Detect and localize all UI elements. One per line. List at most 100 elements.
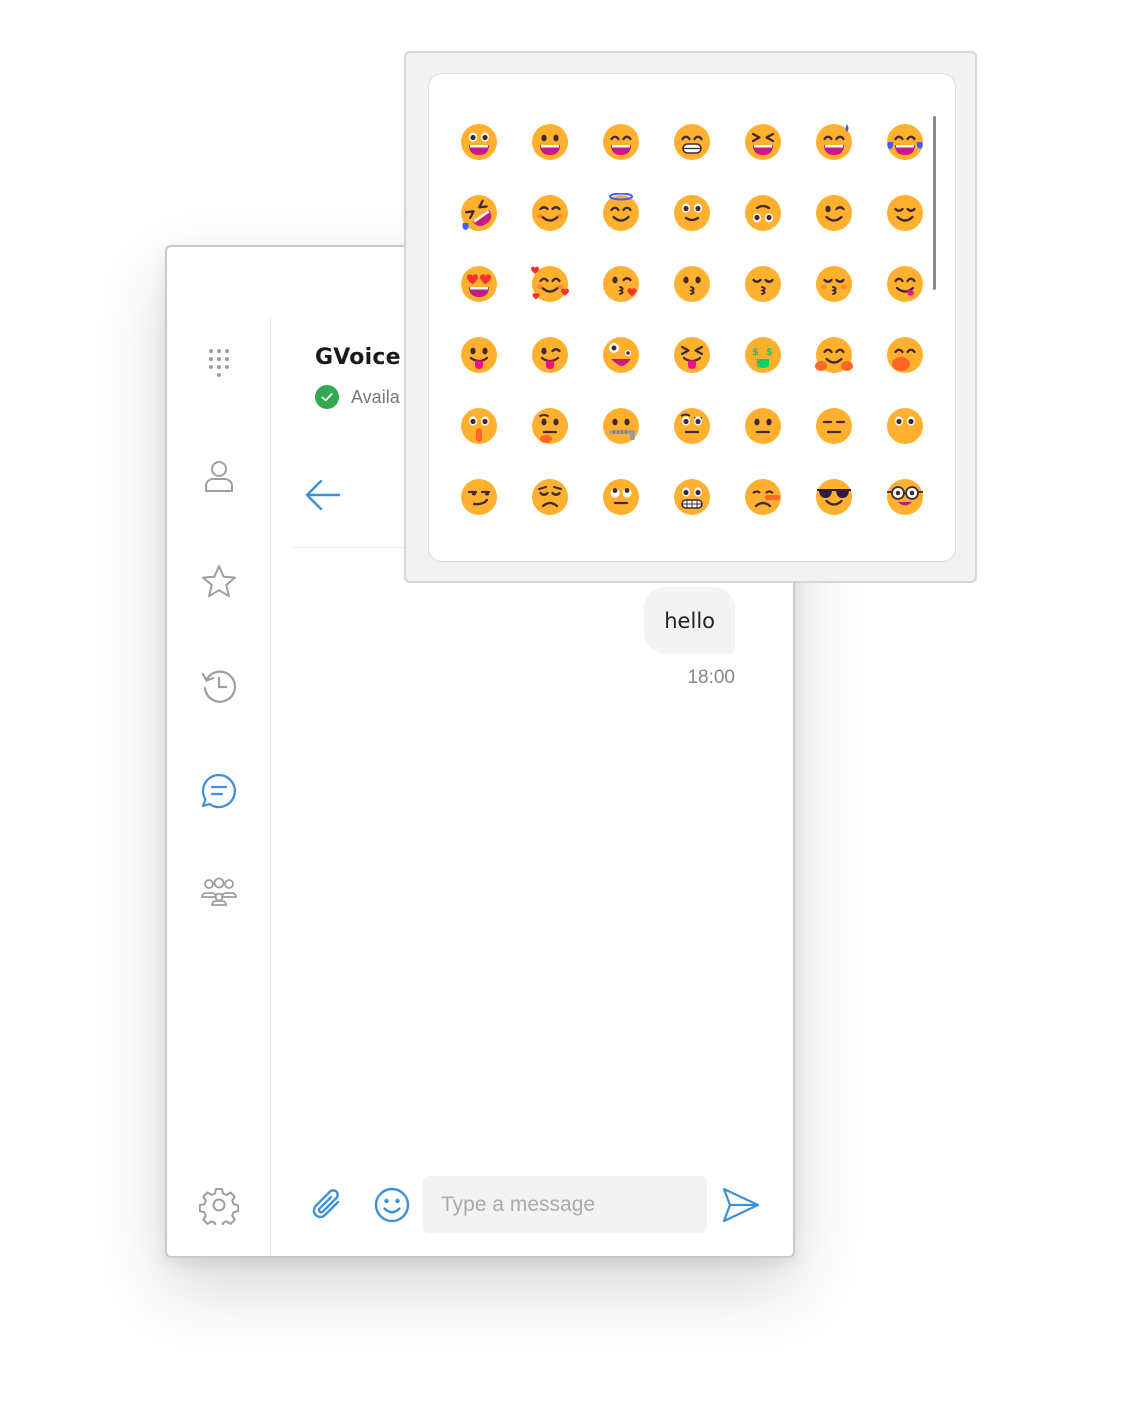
emoji-hand-over-mouth[interactable]	[869, 319, 939, 390]
emoji-sunglasses-face[interactable]	[798, 461, 869, 532]
squinting-tongue-icon	[673, 336, 710, 373]
emoji-astonished-face[interactable]	[798, 532, 869, 547]
emoji-picker-popover: $ $	[404, 51, 977, 583]
emoji-slightly-smiling[interactable]	[656, 177, 727, 248]
smiley-icon	[374, 1187, 410, 1223]
emoji-squinting-tongue[interactable]	[656, 319, 727, 390]
emoji-zany-face[interactable]	[585, 319, 656, 390]
status-label: Availa	[351, 386, 400, 407]
emoji-hugging-face[interactable]	[798, 319, 869, 390]
emoji-tongue-out[interactable]	[443, 319, 514, 390]
smirking-face-icon	[460, 478, 497, 515]
emoji-yum-tongue[interactable]	[869, 248, 939, 319]
smiling-hearts-icon	[530, 265, 569, 302]
emoji-smiling-hearts[interactable]	[514, 248, 585, 319]
sidebar-item-chat[interactable]	[199, 771, 239, 811]
emoji-relieved-face[interactable]	[869, 177, 939, 248]
contact-name: GVoice	[315, 345, 401, 370]
svg-text:$: $	[766, 347, 773, 358]
emoji-whistling-face[interactable]	[727, 248, 798, 319]
emoji-kissing-blush[interactable]	[798, 248, 869, 319]
emoji-smirking-face[interactable]	[443, 461, 514, 532]
emoji-money-mouth[interactable]: $ $	[727, 319, 798, 390]
emoji-scroll-area[interactable]: $ $	[429, 92, 939, 547]
heart-eyes-icon	[460, 265, 497, 302]
raised-eyebrow-icon	[673, 407, 710, 444]
sidebar-item-groups[interactable]	[199, 875, 239, 915]
emoji-winking-tongue[interactable]	[514, 319, 585, 390]
whistling-face-icon	[744, 265, 781, 302]
emoji-expressionless[interactable]	[798, 390, 869, 461]
emoji-squinting-laugh[interactable]	[727, 106, 798, 177]
emoji-zipper-mouth[interactable]	[585, 390, 656, 461]
emoji-monocle-face[interactable]	[443, 532, 514, 547]
sidebar-nav	[167, 317, 271, 1256]
hugging-face-icon	[814, 336, 853, 373]
emoji-upside-down[interactable]	[727, 177, 798, 248]
emoji-tears-of-joy[interactable]	[869, 106, 939, 177]
emoji-kissing-face[interactable]	[656, 248, 727, 319]
attach-button[interactable]	[307, 1185, 347, 1225]
sidebar-item-settings[interactable]	[199, 1185, 239, 1225]
kissing-heart-icon	[602, 265, 639, 302]
expressionless-icon	[815, 407, 852, 444]
person-icon	[205, 461, 233, 492]
tears-of-joy-icon	[886, 123, 923, 160]
back-button[interactable]	[301, 473, 345, 517]
emoji-grinning-face-big-eyes[interactable]	[443, 106, 514, 177]
sunglasses-face-icon	[815, 478, 852, 515]
sidebar-item-dialpad[interactable]	[199, 345, 239, 385]
pensive-face-icon	[531, 478, 568, 515]
zany-face-icon	[602, 336, 639, 373]
message-input[interactable]	[423, 1176, 707, 1233]
emoji-hushed-face[interactable]	[727, 532, 798, 547]
no-mouth-icon	[886, 407, 923, 444]
emoji-grinning-teeth[interactable]	[656, 106, 727, 177]
emoji-thinking-face[interactable]	[514, 390, 585, 461]
message-timestamp: 18:00	[687, 667, 735, 688]
emoji-pensive-face[interactable]	[514, 461, 585, 532]
halo-face-icon	[602, 192, 639, 231]
emoji-no-mouth[interactable]	[869, 390, 939, 461]
emoji-worried-face[interactable]	[585, 532, 656, 547]
star-icon	[202, 565, 236, 598]
emoji-kissing-heart[interactable]	[585, 248, 656, 319]
dialpad-icon	[209, 349, 229, 377]
winking-face-icon	[815, 194, 852, 231]
money-mouth-icon: $ $	[744, 336, 781, 373]
relieved-face-icon	[886, 194, 923, 231]
send-icon	[722, 1187, 760, 1223]
emoji-winking-face[interactable]	[798, 177, 869, 248]
available-check-icon	[315, 385, 339, 409]
emoji-nerd-face[interactable]	[869, 461, 939, 532]
history-icon	[201, 670, 236, 703]
emoji-scrollbar[interactable]	[933, 116, 936, 290]
emoji-flushed-face[interactable]	[869, 532, 939, 547]
emoji-button[interactable]	[372, 1185, 412, 1225]
emoji-frowning-face[interactable]	[656, 532, 727, 547]
send-button[interactable]	[721, 1185, 761, 1225]
emoji-shushing-face[interactable]	[443, 390, 514, 461]
squinting-laugh-icon	[744, 123, 781, 160]
emoji-raised-eyebrow[interactable]	[656, 390, 727, 461]
presence-status: Availa	[315, 385, 405, 409]
emoji-beaming-face[interactable]	[585, 106, 656, 177]
smiling-face-icon	[531, 194, 568, 231]
sidebar-item-history[interactable]	[199, 666, 239, 706]
emoji-heart-eyes[interactable]	[443, 248, 514, 319]
emoji-sweat-smile[interactable]	[798, 106, 869, 177]
sidebar-item-contacts[interactable]	[199, 457, 239, 497]
emoji-lying-face[interactable]	[727, 461, 798, 532]
nerd-face-icon	[886, 478, 923, 515]
emoji-halo-face[interactable]	[585, 177, 656, 248]
emoji-grimacing[interactable]	[656, 461, 727, 532]
grimacing-icon	[673, 478, 710, 515]
rolling-laughing-icon	[460, 194, 497, 231]
emoji-neutral-face[interactable]	[727, 390, 798, 461]
emoji-grinning-face[interactable]	[514, 106, 585, 177]
sidebar-item-favorites[interactable]	[199, 562, 239, 602]
emoji-smiling-face[interactable]	[514, 177, 585, 248]
emoji-rolling-laughing[interactable]	[443, 177, 514, 248]
emoji-confused-face[interactable]	[514, 532, 585, 547]
emoji-rolling-eyes[interactable]	[585, 461, 656, 532]
